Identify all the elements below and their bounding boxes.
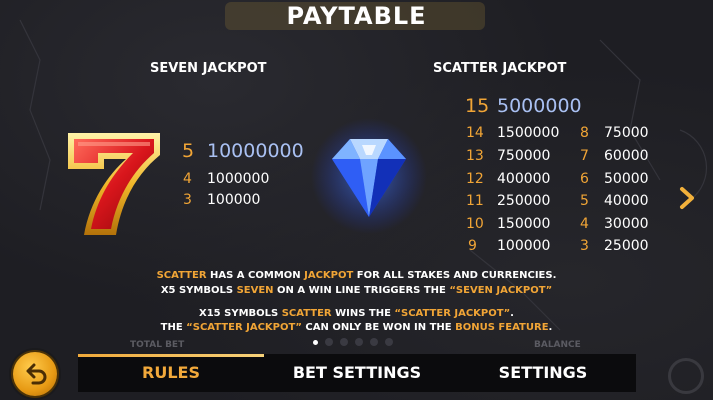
scatter-value-9: 100000: [497, 238, 551, 254]
page-title: PAYTABLE: [286, 2, 427, 30]
back-button[interactable]: [13, 352, 57, 396]
scatter-count-4: 4: [580, 216, 589, 232]
seven-value-4: 1000000: [207, 171, 270, 187]
scatter-count-8: 8: [580, 125, 589, 141]
ghost-balance: BALANCE: [534, 340, 581, 350]
scatter-count-7: 7: [580, 148, 589, 164]
scatter-count-12: 12: [466, 171, 484, 187]
scatter-count-11: 11: [466, 193, 484, 209]
scatter-value-14: 1500000: [497, 125, 560, 141]
back-arrow-icon: [26, 363, 47, 385]
scatter-value-5: 40000: [604, 193, 649, 209]
scatter-count-6: 6: [580, 171, 589, 187]
seven-count-4: 4: [183, 171, 192, 187]
scatter-value-7: 60000: [604, 148, 649, 164]
scatter-count-13: 13: [466, 148, 484, 164]
scatter-value-10: 150000: [497, 216, 551, 232]
scatter-count-15: 15: [465, 95, 490, 117]
scatter-diamond-icon: [311, 118, 427, 234]
scatter-jackpot-heading: SCATTER JACKPOT: [433, 61, 567, 76]
pager-dot[interactable]: [355, 338, 363, 346]
desc-line-3: X15 SYMBOLS SCATTER WINS THE “SCATTER JA…: [199, 308, 514, 319]
scatter-count-3: 3: [580, 238, 589, 254]
scatter-value-8: 75000: [604, 125, 649, 141]
desc-line-2: X5 SYMBOLS SEVEN ON A WIN LINE TRIGGERS …: [160, 285, 553, 296]
tab-settings[interactable]: SETTINGS: [450, 354, 636, 392]
scatter-value-6: 50000: [604, 171, 649, 187]
scatter-value-4: 30000: [604, 216, 649, 232]
tab-bet-settings[interactable]: BET SETTINGS: [264, 354, 450, 392]
scatter-count-9: 9: [468, 238, 477, 254]
ghost-total-bet: TOTAL BET: [130, 340, 185, 350]
seven-symbol-icon: [68, 133, 160, 235]
pager-dot[interactable]: [313, 339, 318, 345]
seven-count-5: 5: [182, 140, 195, 162]
seven-jackpot-heading: SEVEN JACKPOT: [150, 61, 267, 76]
tab-rules[interactable]: RULES: [78, 354, 264, 392]
chevron-right-icon[interactable]: [676, 184, 698, 212]
scatter-value-13: 750000: [497, 148, 551, 164]
gear-icon[interactable]: [668, 358, 704, 394]
scatter-count-14: 14: [466, 125, 484, 141]
pager-dot[interactable]: [325, 338, 333, 346]
seven-value-5: 10000000: [207, 140, 304, 162]
scatter-value-11: 250000: [497, 193, 551, 209]
desc-line-1: SCATTER HAS A COMMON JACKPOT FOR ALL STA…: [156, 270, 557, 281]
tab-bar: RULES BET SETTINGS SETTINGS: [78, 354, 636, 392]
scatter-value-12: 400000: [497, 171, 551, 187]
scatter-value-15: 5000000: [497, 95, 582, 117]
page-indicator: [313, 338, 393, 346]
seven-value-3: 100000: [207, 192, 261, 208]
pager-dot[interactable]: [385, 338, 393, 346]
pager-dot[interactable]: [370, 338, 378, 346]
scatter-count-5: 5: [580, 193, 589, 209]
pager-dot[interactable]: [340, 338, 348, 346]
scatter-count-10: 10: [466, 216, 484, 232]
desc-line-4: THE “SCATTER JACKPOT” CAN ONLY BE WON IN…: [160, 322, 553, 333]
scatter-value-3: 25000: [604, 238, 649, 254]
seven-count-3: 3: [183, 192, 192, 208]
